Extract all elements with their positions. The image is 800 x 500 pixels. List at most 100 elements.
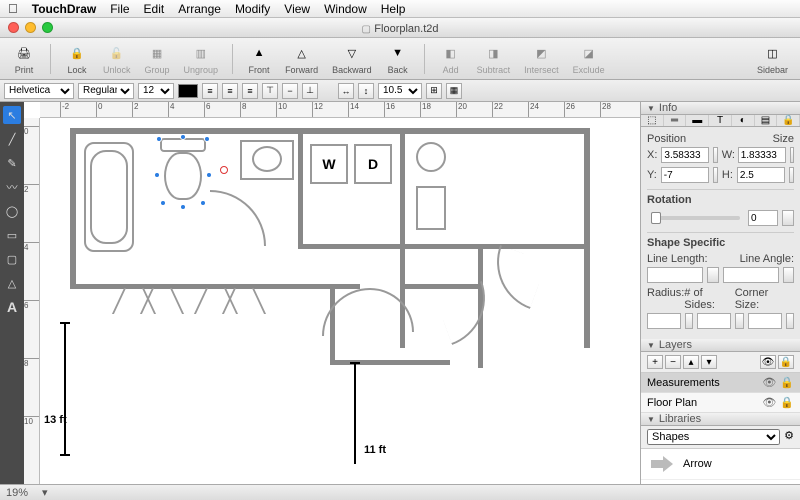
drawing-canvas[interactable]: W D <box>40 118 640 484</box>
info-tab-arrange[interactable]: ▤ <box>755 115 778 126</box>
library-item-star[interactable]: Star <box>641 480 800 484</box>
dimension-line[interactable] <box>354 364 356 464</box>
ungroup-button[interactable]: ▥Ungroup <box>178 40 225 77</box>
vertical-ruler[interactable]: 0246810 <box>24 118 40 484</box>
door-arc[interactable] <box>210 190 266 246</box>
y-stepper[interactable] <box>713 167 718 183</box>
roundrect-tool[interactable]: ▢ <box>3 250 21 268</box>
menu-edit[interactable]: Edit <box>144 2 165 16</box>
size-h-field[interactable] <box>737 167 785 183</box>
align-center-button[interactable]: ≡ <box>222 83 238 99</box>
backward-button[interactable]: ▽Backward <box>326 40 378 77</box>
corner-field[interactable] <box>748 313 782 329</box>
zoom-level[interactable]: 19% <box>6 487 42 499</box>
pen-tool[interactable]: ✎ <box>3 154 21 172</box>
eye-icon[interactable]: 👁 <box>762 396 776 409</box>
select-tool[interactable]: ↖ <box>3 106 21 124</box>
valign-middle-button[interactable]: − <box>282 83 298 99</box>
library-settings-button[interactable]: ⚙ <box>784 429 794 445</box>
info-tab-text[interactable]: T <box>709 115 732 126</box>
print-button[interactable]: 🖨Print <box>6 40 42 77</box>
polygon-tool[interactable]: △ <box>3 274 21 292</box>
w-stepper[interactable] <box>790 147 794 163</box>
zoom-dropdown-icon[interactable]: ▾ <box>42 486 48 499</box>
size-w-field[interactable] <box>738 147 786 163</box>
info-tab-fill[interactable]: ▬ <box>686 115 709 126</box>
path-intersect-button[interactable]: ◩Intersect <box>518 40 565 77</box>
dryer-shape[interactable]: D <box>354 144 392 184</box>
lock-button[interactable]: 🔒Lock <box>59 40 95 77</box>
layer-lock-all[interactable]: 🔒 <box>778 355 794 369</box>
lock-icon[interactable]: 🔒 <box>780 376 794 389</box>
path-tool[interactable]: 〰 <box>3 178 21 196</box>
menu-window[interactable]: Window <box>324 2 367 16</box>
app-menu[interactable]: TouchDraw <box>32 2 96 16</box>
position-y-field[interactable] <box>661 167 709 183</box>
position-x-field[interactable] <box>661 147 709 163</box>
layer-visible-all[interactable]: 👁 <box>760 355 776 369</box>
library-item-arrow[interactable]: Arrow <box>641 449 800 480</box>
line-tool[interactable]: ╱ <box>3 130 21 148</box>
menu-help[interactable]: Help <box>381 2 406 16</box>
ruler-unit-select[interactable]: 10.5 <box>378 83 422 99</box>
door-arc[interactable] <box>483 245 547 309</box>
layer-up-button[interactable]: ▴ <box>683 355 699 369</box>
align-right-button[interactable]: ≡ <box>242 83 258 99</box>
door-arc[interactable] <box>435 281 499 345</box>
info-tab-shadow[interactable]: ◐ <box>732 115 755 126</box>
snap-toggle[interactable]: ⊞ <box>426 83 442 99</box>
layer-row-floorplan[interactable]: Floor Plan 👁🔒 <box>641 393 800 413</box>
layer-remove-button[interactable]: − <box>665 355 681 369</box>
font-weight-select[interactable]: Regular <box>78 83 134 99</box>
unlock-button[interactable]: 🔓Unlock <box>97 40 137 77</box>
valign-top-button[interactable]: ⊤ <box>262 83 278 99</box>
menu-view[interactable]: View <box>284 2 310 16</box>
sidebar-toggle-button[interactable]: ◫Sidebar <box>751 40 794 77</box>
menu-arrange[interactable]: Arrange <box>178 2 221 16</box>
menu-modify[interactable]: Modify <box>235 2 270 16</box>
path-add-button[interactable]: ◧Add <box>433 40 469 77</box>
font-family-select[interactable]: Helvetica <box>4 83 74 99</box>
info-tab-stroke[interactable]: ═ <box>664 115 687 126</box>
apple-icon[interactable]:  <box>8 1 18 16</box>
text-tool[interactable]: A <box>3 298 21 316</box>
layer-row-measurements[interactable]: Measurements 👁🔒 <box>641 373 800 393</box>
window-minimize-button[interactable] <box>25 22 36 33</box>
rotation-stepper[interactable] <box>782 210 794 226</box>
front-button[interactable]: ▲Front <box>241 40 277 77</box>
distribute-v-button[interactable]: ↕ <box>358 83 374 99</box>
path-subtract-button[interactable]: ◨Subtract <box>471 40 517 77</box>
rotation-handle[interactable] <box>220 166 228 174</box>
distribute-h-button[interactable]: ↔ <box>338 83 354 99</box>
sides-field[interactable] <box>697 313 731 329</box>
line-length-field[interactable] <box>647 267 703 283</box>
layers-section-header[interactable]: ▼Layers <box>641 339 800 352</box>
library-select[interactable]: Shapes <box>647 429 780 445</box>
layer-add-button[interactable]: + <box>647 355 663 369</box>
window-close-button[interactable] <box>8 22 19 33</box>
x-stepper[interactable] <box>713 147 717 163</box>
toilet-tank-shape[interactable] <box>160 138 206 152</box>
line-angle-field[interactable] <box>723 267 779 283</box>
valign-bottom-button[interactable]: ⊥ <box>302 83 318 99</box>
path-exclude-button[interactable]: ◪Exclude <box>567 40 611 77</box>
h-stepper[interactable] <box>789 167 794 183</box>
back-button[interactable]: ▼Back <box>380 40 416 77</box>
rotation-slider[interactable] <box>651 216 740 220</box>
eye-icon[interactable]: 👁 <box>762 376 776 389</box>
text-color-swatch[interactable] <box>178 84 198 98</box>
info-tab-geometry[interactable]: ⬚ <box>641 115 664 126</box>
menu-file[interactable]: File <box>110 2 129 16</box>
lock-icon[interactable]: 🔒 <box>780 396 794 409</box>
radius-field[interactable] <box>647 313 681 329</box>
group-button[interactable]: ▦Group <box>139 40 176 77</box>
window-zoom-button[interactable] <box>42 22 53 33</box>
dimension-line[interactable] <box>64 324 66 454</box>
rotation-field[interactable] <box>748 210 778 226</box>
water-heater-shape[interactable] <box>416 142 446 172</box>
info-section-header[interactable]: ▼Info <box>641 102 800 115</box>
info-tab-lock[interactable]: 🔒 <box>777 115 800 126</box>
rect-tool[interactable]: ▭ <box>3 226 21 244</box>
font-size-select[interactable]: 12 <box>138 83 174 99</box>
toilet-bowl-shape[interactable] <box>164 152 202 200</box>
